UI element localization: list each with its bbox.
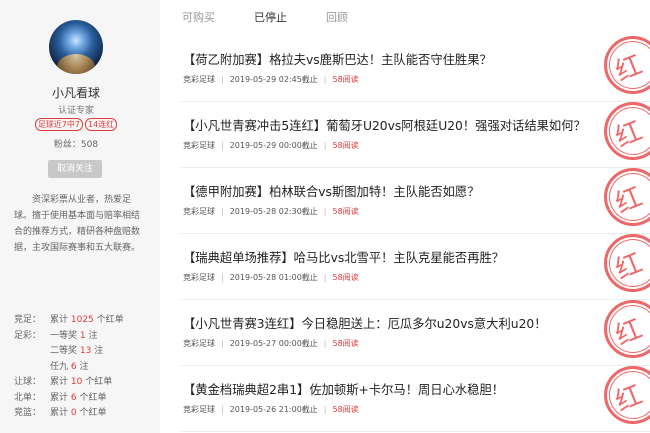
record-tag: 足球近7中7 (34, 118, 83, 131)
stat-label: 让球： (14, 377, 42, 387)
stat-number: 13 (79, 346, 92, 356)
list-item[interactable]: 【小凡世青赛3连红】今日稳胆送上：厄瓜多尔u20vs意大利u20！ 竞彩足球 | 2… (181, 300, 650, 366)
stat-value: 累计 6 个红单 (50, 392, 107, 403)
stat-row: 竞足： 累计 1025 个红单 (14, 313, 154, 329)
item-title[interactable]: 【小凡世青赛3连红】今日稳胆送上：厄瓜多尔u20vs意大利u20！ (183, 314, 547, 332)
item-deadline: 2019-05-27 00:00截止 (229, 339, 318, 348)
list-item[interactable]: 【小凡世青赛冲击5连红】葡萄牙U20vs阿根廷U20！强强对话结果如何？ 竞彩足… (181, 102, 650, 168)
item-deadline: 2019-05-28 01:00截止 (229, 273, 318, 282)
item-views: 58阅读 (332, 207, 359, 216)
item-views: 58阅读 (332, 141, 359, 150)
item-category: 竞彩足球 (183, 75, 215, 84)
item-category: 竞彩足球 (183, 339, 215, 348)
stat-number: 10 (70, 377, 83, 387)
red-stamp-icon: 红 (604, 36, 650, 94)
list-item[interactable]: 【瑞典超单场推荐】哈马比vs北雪平！主队克星能否再胜？ 竞彩足球 | 2019-05… (181, 234, 650, 300)
stat-number: 1025 (70, 315, 94, 325)
stat-label: 竞篮： (14, 408, 42, 418)
tab-review[interactable]: 回顾 (326, 9, 348, 25)
stat-label: 竞足： (14, 315, 42, 325)
expert-name[interactable]: 小凡看球 (0, 84, 152, 101)
item-category: 竞彩足球 (183, 207, 215, 216)
stat-row: 竞篮： 累计 0 个红单 (14, 406, 154, 422)
item-title[interactable]: 【瑞典超单场推荐】哈马比vs北雪平！主队克星能否再胜？ (183, 248, 504, 266)
expert-sidebar: 小凡看球 认证专家 足球近7中7 14连红 粉丝：508 取消关注 资深彩票从业… (0, 0, 160, 433)
avatar[interactable] (49, 20, 103, 74)
red-stamp-icon: 红 (604, 234, 650, 292)
item-deadline: 2019-05-28 02:30截止 (229, 207, 318, 216)
tab-available[interactable]: 可购买 (182, 9, 215, 25)
item-meta: 竞彩足球 | 2019-05-27 00:00截止 | 58阅读 (183, 339, 359, 348)
stat-row: 足彩： 一等奖 1 注 (14, 329, 154, 345)
page: 小凡看球 认证专家 足球近7中7 14连红 粉丝：508 取消关注 资深彩票从业… (0, 0, 650, 433)
list-item[interactable]: 【黄金档瑞典超2串1】佐加顿斯+卡尔马！周日心水稳胆！ 竞彩足球 | 2019-05… (181, 366, 650, 432)
item-views: 58阅读 (332, 75, 359, 84)
stat-row: 北单： 累计 6 个红单 (14, 391, 154, 407)
record-tags: 足球近7中7 14连红 (0, 118, 152, 131)
red-stamp-icon: 红 (604, 300, 650, 358)
item-meta: 竞彩足球 | 2019-05-28 01:00截止 | 58阅读 (183, 273, 359, 282)
item-meta: 竞彩足球 | 2019-05-29 00:00截止 | 58阅读 (183, 141, 359, 150)
stats-list: 竞足： 累计 1025 个红单 足彩： 一等奖 1 注 二等奖 13 注 任九 … (14, 313, 154, 422)
item-title[interactable]: 【荷乙附加赛】格拉夫vs鹿斯巴达！主队能否守住胜果？ (183, 50, 492, 68)
stat-row: 任九 6 注 (14, 360, 154, 376)
list-item[interactable]: 【荷乙附加赛】格拉夫vs鹿斯巴达！主队能否守住胜果？ 竞彩足球 | 2019-05-… (181, 36, 650, 102)
item-meta: 竞彩足球 | 2019-05-26 21:00截止 | 58阅读 (183, 405, 359, 414)
item-title[interactable]: 【小凡世青赛冲击5连红】葡萄牙U20vs阿根廷U20！强强对话结果如何？ (183, 116, 586, 134)
stat-value: 任九 6 注 (50, 361, 89, 372)
item-views: 58阅读 (332, 405, 359, 414)
item-views: 58阅读 (332, 339, 359, 348)
item-deadline: 2019-05-29 02:45截止 (229, 75, 318, 84)
item-deadline: 2019-05-26 21:00截止 (229, 405, 318, 414)
item-title[interactable]: 【德甲附加赛】柏林联合vs斯图加特！主队能否如愿？ (183, 182, 480, 200)
item-category: 竞彩足球 (183, 273, 215, 282)
item-category: 竞彩足球 (183, 405, 215, 414)
red-stamp-icon: 红 (604, 168, 650, 226)
stat-value: 一等奖 1 注 (50, 330, 98, 341)
stat-value: 累计 1025 个红单 (50, 315, 124, 325)
item-views: 58阅读 (332, 273, 359, 282)
expert-bio: 资深彩票从业者，热爱足球。擅于使用基本面与赔率相结合的推荐方式，精研各种盘赔数据… (14, 195, 141, 253)
stat-value: 累计 0 个红单 (50, 408, 107, 418)
streak-tag: 14连红 (85, 118, 118, 131)
item-meta: 竞彩足球 | 2019-05-29 02:45截止 | 58阅读 (183, 75, 359, 84)
certification-label: 认证专家 (57, 106, 94, 116)
stat-value: 二等奖 13 注 (50, 346, 104, 356)
red-stamp-icon: 红 (604, 366, 650, 424)
stat-value: 累计 10 个红单 (50, 377, 113, 387)
unfollow-button[interactable]: 取消关注 (48, 160, 102, 178)
fans-count: 粉丝：508 (53, 140, 99, 150)
stat-label: 北单： (14, 392, 42, 403)
stat-row: 二等奖 13 注 (14, 344, 154, 360)
item-deadline: 2019-05-29 00:00截止 (229, 141, 318, 150)
stat-label: 足彩： (14, 330, 42, 341)
tab-stopped[interactable]: 已停止 (254, 9, 287, 25)
red-stamp-icon: 红 (604, 102, 650, 160)
stat-row: 让球： 累计 10 个红单 (14, 375, 154, 391)
item-category: 竞彩足球 (183, 141, 215, 150)
list-item[interactable]: 【德甲附加赛】柏林联合vs斯图加特！主队能否如愿？ 竞彩足球 | 2019-05-2… (181, 168, 650, 234)
item-title[interactable]: 【黄金档瑞典超2串1】佐加顿斯+卡尔马！周日心水稳胆！ (183, 380, 504, 398)
item-meta: 竞彩足球 | 2019-05-28 02:30截止 | 58阅读 (183, 207, 359, 216)
